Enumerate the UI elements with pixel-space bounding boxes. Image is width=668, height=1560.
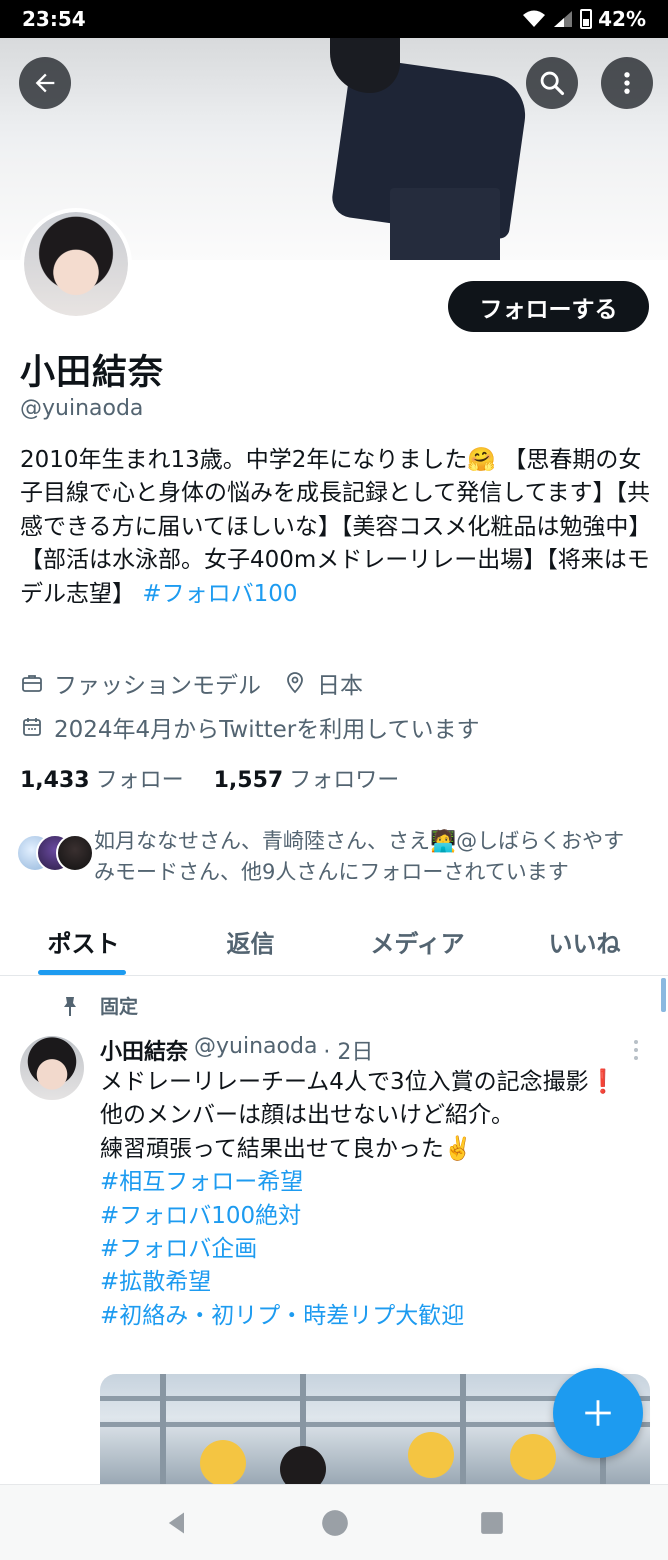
tab-replies[interactable]: 返信: [167, 912, 334, 975]
calendar-icon: [23, 718, 41, 736]
arrow-left-icon: [35, 73, 55, 93]
joined-row: 2024年4月からTwitterを利用しています: [20, 710, 480, 744]
post-time: · 2日: [323, 1040, 374, 1065]
post-author-handle: @yuinaoda: [194, 1034, 318, 1059]
compose-post-button[interactable]: [553, 1368, 643, 1458]
following-link[interactable]: 1,433 フォロー: [20, 762, 184, 794]
more-options-button[interactable]: [601, 57, 653, 109]
profile-meta-row: ファッションモデル 日本: [20, 666, 363, 700]
status-bar: 23:54 42%: [0, 0, 668, 38]
location-pin-icon: [287, 672, 303, 694]
pin-icon: [64, 996, 76, 1016]
followers-link[interactable]: 1,557 フォロワー: [214, 762, 400, 794]
post-hashtag[interactable]: #フォロバ企画: [100, 1233, 650, 1266]
profile-tabs: ポスト 返信 メディア いいね: [0, 912, 668, 976]
scrollbar[interactable]: [661, 978, 666, 1012]
follow-button[interactable]: フォローする: [448, 281, 649, 332]
face-emoji: [510, 1434, 556, 1480]
triangle-back-icon: [168, 1512, 184, 1533]
face-emoji: [200, 1440, 246, 1484]
follower-avatars: [16, 834, 94, 878]
status-time: 23:54: [22, 7, 86, 31]
nav-back-button[interactable]: [163, 1509, 191, 1537]
back-button[interactable]: [19, 57, 71, 109]
profile-handle: @yuinaoda: [20, 396, 144, 421]
location-label: 日本: [317, 673, 363, 699]
system-nav-bar: [0, 1484, 668, 1560]
followed-by-text: 如月ななせさん、青崎陸さん、さえ🧑‍💻@しばらくおやすみモードさん、他9人さんに…: [94, 829, 625, 884]
signal-icon: [554, 11, 573, 27]
more-vertical-icon: [624, 72, 630, 94]
battery-icon: [580, 9, 593, 29]
square-recents-icon: [481, 1511, 503, 1534]
post-header: 小田結奈 @yuinaoda · 2日: [100, 1034, 373, 1066]
bio-hashtag[interactable]: #フォロバ100: [142, 581, 297, 607]
follow-counts: 1,433 フォロー 1,557 フォロワー: [20, 762, 399, 794]
post-hashtag[interactable]: #フォロバ100絶対: [100, 1200, 650, 1233]
profession-label: ファッションモデル: [54, 673, 261, 699]
tab-media[interactable]: メディア: [334, 912, 501, 975]
profile-name: 小田結奈: [20, 353, 165, 393]
search-button[interactable]: [526, 57, 578, 109]
circle-home-icon: [322, 1509, 348, 1536]
search-icon: [540, 71, 565, 96]
avatar: [56, 834, 94, 872]
post-author-avatar[interactable]: [20, 1036, 84, 1100]
active-tab-indicator: [38, 970, 126, 975]
battery-percent: 42%: [598, 7, 646, 31]
bio-text: 2010年生まれ13歳。中学2年になりました🤗 【思春期の女子目線で心と身体の悩…: [20, 447, 650, 607]
post-hashtag[interactable]: #拡散希望: [100, 1266, 650, 1299]
tab-likes[interactable]: いいね: [501, 912, 668, 975]
post-hashtag[interactable]: #相互フォロー希望: [100, 1166, 650, 1199]
tab-posts[interactable]: ポスト: [0, 912, 167, 975]
pinned-indicator: 固定: [60, 992, 138, 1019]
face-emoji: [408, 1432, 454, 1478]
post-line: 他のメンバーは顔は出せないけど紹介。: [100, 1102, 514, 1129]
wifi-icon: [523, 10, 546, 27]
joined-label: 2024年4月からTwitterを利用しています: [54, 717, 480, 743]
post-author-name[interactable]: 小田結奈: [100, 1034, 188, 1066]
nav-home-button[interactable]: [321, 1509, 349, 1537]
post-hashtag[interactable]: #初絡み・初リプ・時差リプ大歓迎: [100, 1300, 650, 1333]
nav-recents-button[interactable]: [479, 1510, 505, 1536]
profile-avatar[interactable]: [20, 208, 132, 320]
post-more-icon[interactable]: [626, 1038, 646, 1062]
profile-bio: 2010年生まれ13歳。中学2年になりました🤗 【思春期の女子目線で心と身体の悩…: [20, 444, 650, 611]
post-line: メドレーリレーチーム4人で3位入賞の記念撮影❗️: [100, 1069, 618, 1095]
post-line: 練習頑張って結果出せて良かった✌️: [100, 1135, 473, 1162]
post-body: メドレーリレーチーム4人で3位入賞の記念撮影❗️ 他のメンバーは顔は出せないけど…: [100, 1066, 650, 1333]
briefcase-icon: [22, 675, 42, 692]
plus-icon: [585, 1400, 611, 1426]
followed-by-row[interactable]: 如月ななせさん、青崎陸さん、さえ🧑‍💻@しばらくおやすみモードさん、他9人さんに…: [16, 826, 656, 888]
